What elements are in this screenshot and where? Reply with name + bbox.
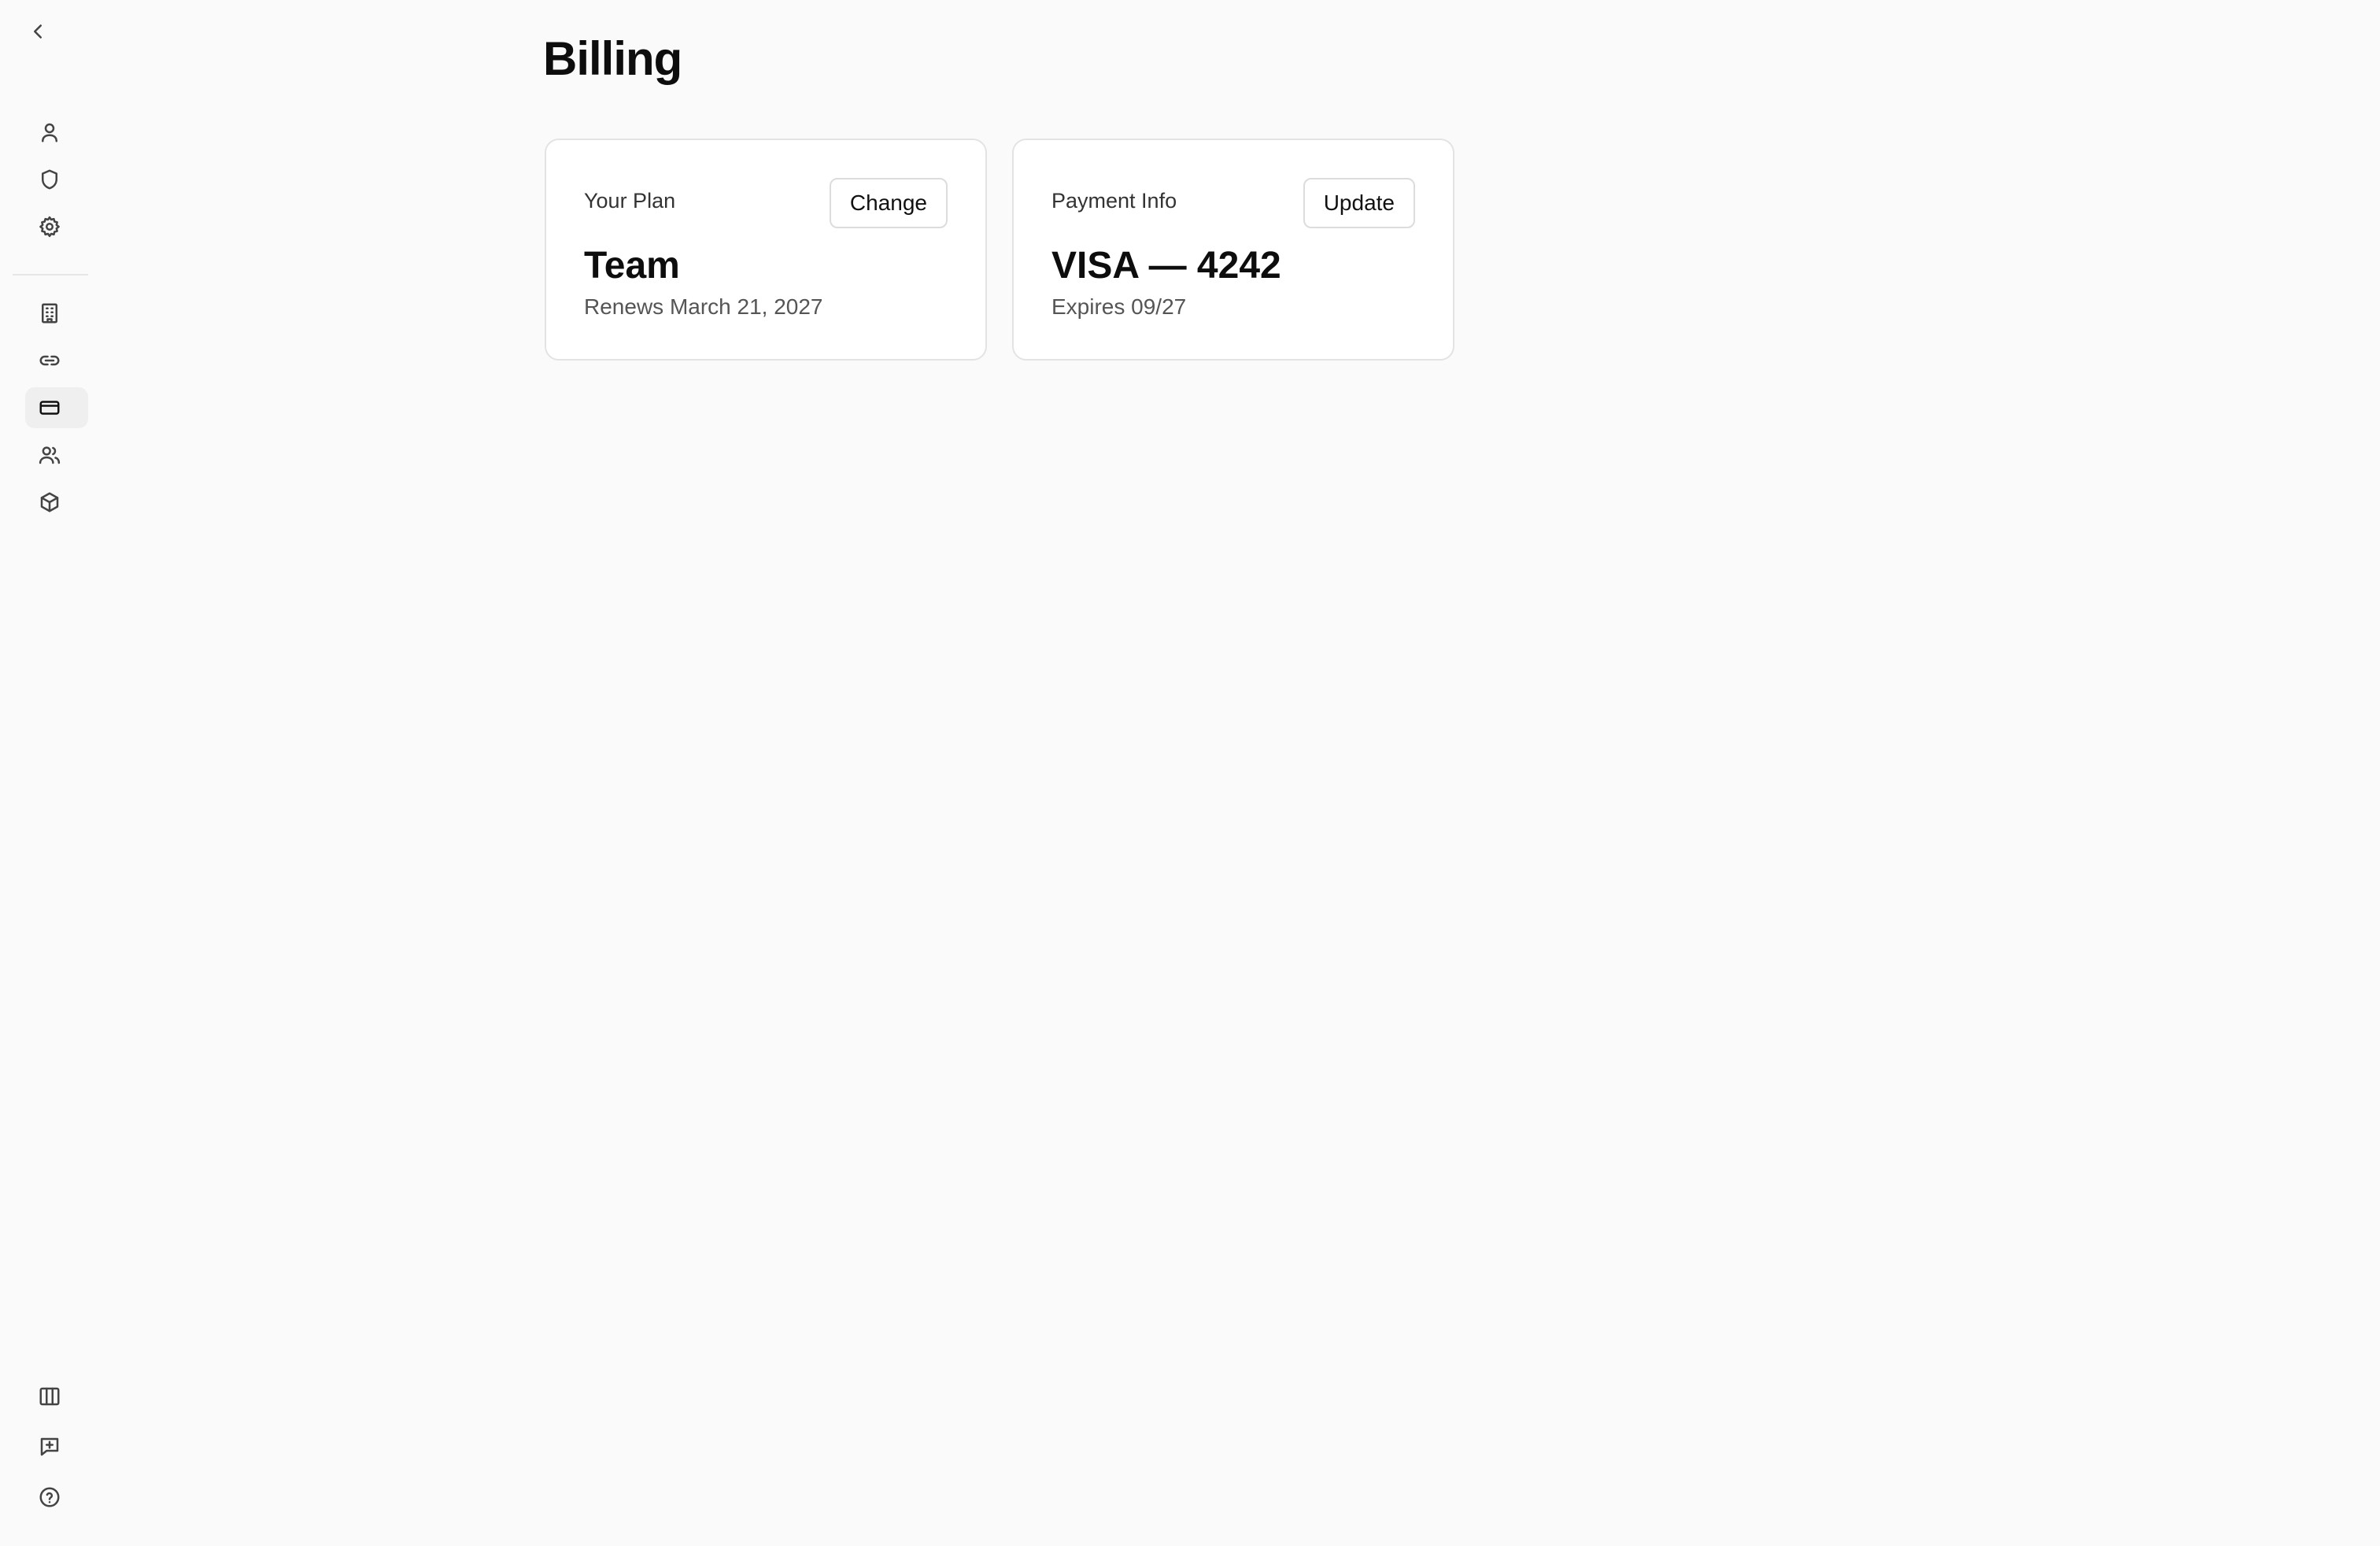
chevron-left-icon: [34, 24, 42, 39]
user-icon: [42, 123, 57, 142]
sidebar: [0, 0, 102, 1546]
plan-card: Your Plan Change Team Renews March 21, 2…: [545, 139, 987, 361]
sidebar-item-layout[interactable]: [25, 1376, 88, 1417]
page-title: Billing: [543, 32, 682, 85]
columns-icon: [39, 1387, 60, 1406]
sidebar-divider: [13, 274, 88, 276]
gear-icon: [39, 216, 60, 238]
shield-icon: [42, 169, 57, 190]
plan-name: Team: [584, 245, 680, 287]
back-button[interactable]: [22, 16, 54, 47]
plan-renewal-date: Renews March 21, 2027: [584, 294, 823, 319]
sidebar-item-security[interactable]: [25, 159, 88, 200]
box-icon: [40, 492, 59, 512]
building-icon: [42, 303, 57, 324]
sidebar-item-help[interactable]: [25, 1477, 88, 1518]
users-icon: [39, 446, 61, 464]
help-icon: [39, 1487, 60, 1507]
credit-card-icon: [39, 401, 60, 415]
link-icon: [39, 355, 60, 366]
payment-card-label: Payment Info: [1051, 189, 1177, 213]
sidebar-item-billing[interactable]: [25, 387, 88, 428]
sidebar-item-members[interactable]: [25, 435, 88, 475]
sidebar-item-organization[interactable]: [25, 293, 88, 334]
payment-card-number: VISA — 4242: [1051, 245, 1281, 287]
update-payment-button[interactable]: Update: [1303, 178, 1415, 228]
plan-card-label: Your Plan: [584, 189, 676, 213]
sidebar-item-integrations[interactable]: [25, 340, 88, 381]
payment-card: Payment Info Update VISA — 4242 Expires …: [1012, 139, 1454, 361]
change-plan-button[interactable]: Change: [829, 178, 948, 228]
sidebar-item-settings[interactable]: [25, 206, 88, 247]
payment-card-expiry: Expires 09/27: [1051, 294, 1187, 319]
settings-app: Billing Your Plan Change Team Renews Mar…: [0, 0, 2380, 1546]
sidebar-item-feedback[interactable]: [25, 1426, 88, 1467]
sidebar-item-products[interactable]: [25, 482, 88, 523]
message-plus-icon: [40, 1437, 59, 1456]
sidebar-item-account[interactable]: [25, 112, 88, 153]
